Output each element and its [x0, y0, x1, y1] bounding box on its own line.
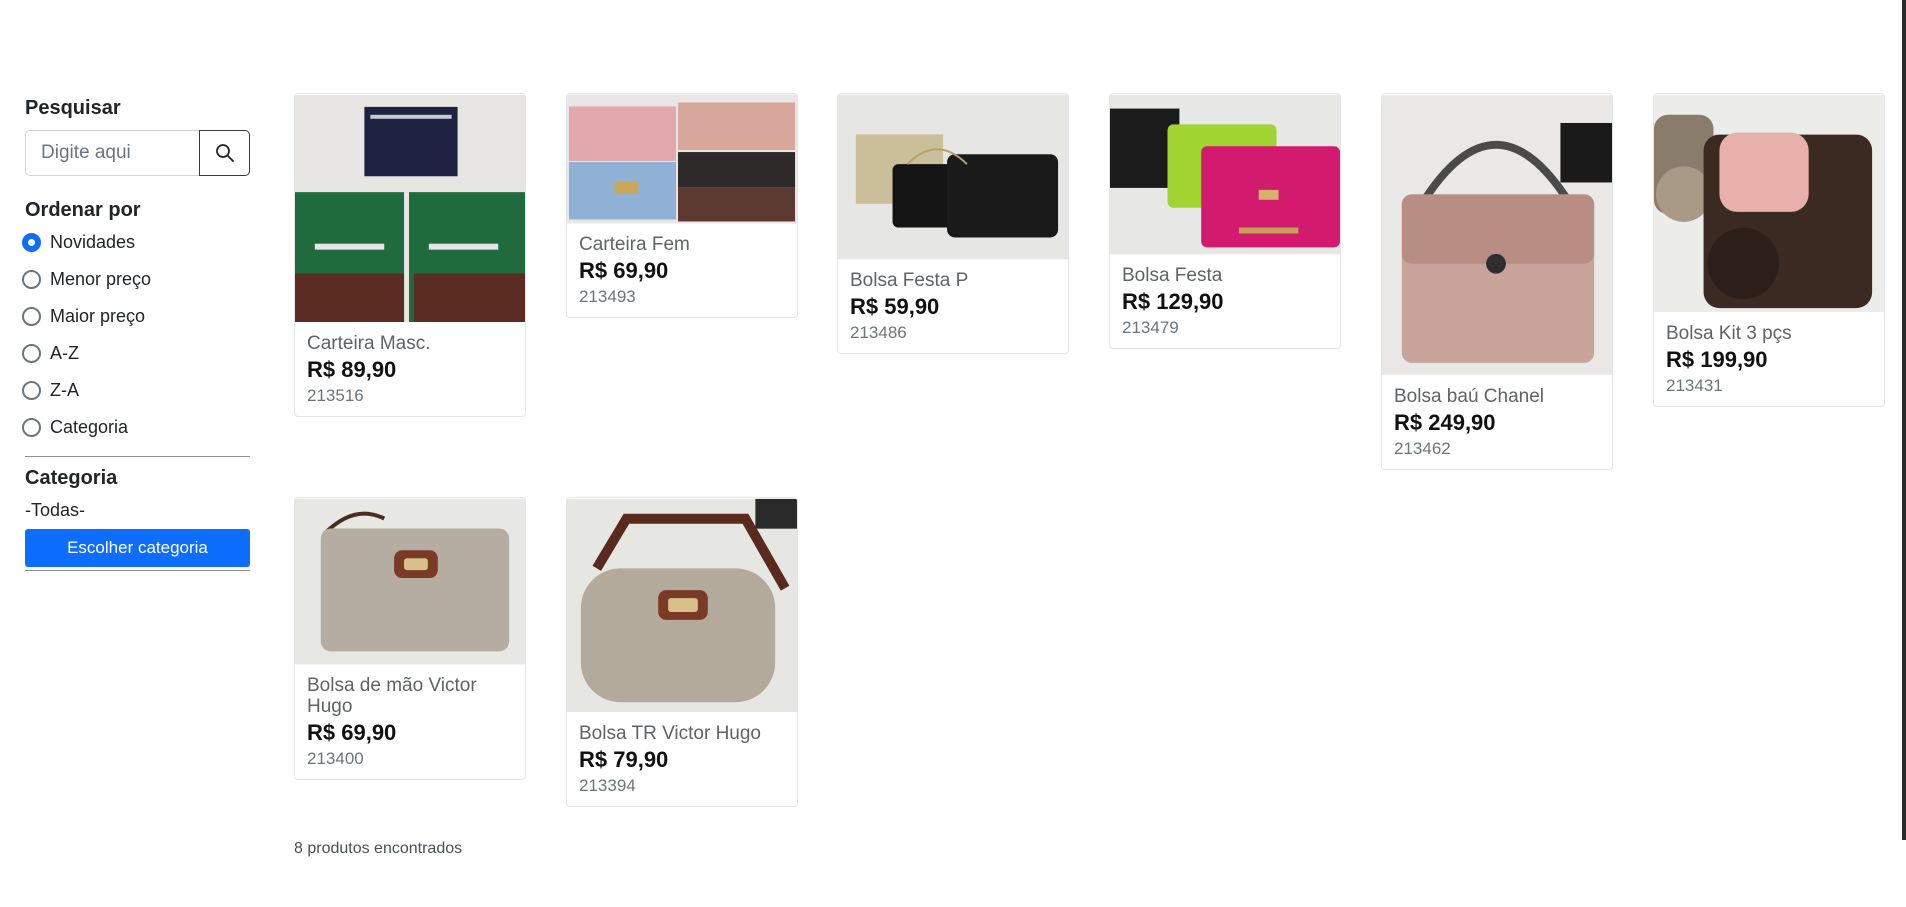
sort-option-novidades[interactable]: Novidades — [22, 224, 250, 261]
results-count: 8 produtos encontrados — [294, 840, 463, 857]
category-title: Categoria — [25, 467, 118, 489]
product-code: 213516 — [307, 386, 364, 405]
product-price: R$ 79,90 — [579, 747, 669, 772]
divider — [25, 456, 250, 457]
product-name[interactable]: Bolsa de mão Victor Hugo — [307, 675, 513, 717]
category-current: -Todas- — [25, 500, 86, 520]
scrollbar[interactable] — [1902, 0, 1906, 840]
sort-option-label: Maior preço — [50, 306, 146, 326]
search-input[interactable] — [25, 130, 199, 176]
radio-novidades[interactable] — [22, 233, 41, 252]
radio-menor-preco[interactable] — [22, 270, 41, 289]
product-price: R$ 249,90 — [1394, 410, 1496, 435]
product-price: R$ 69,90 — [579, 258, 669, 283]
sort-option-menor-preco[interactable]: Menor preço — [22, 261, 250, 298]
sort-option-a-z[interactable]: A-Z — [22, 335, 250, 372]
product-name[interactable]: Bolsa TR Victor Hugo — [579, 723, 785, 744]
choose-category-button[interactable]: Escolher categoria — [25, 529, 250, 567]
filter-sidebar: Pesquisar Ordenar por Novidades Menor pr… — [22, 96, 250, 571]
product-code: 213400 — [307, 749, 364, 768]
sort-option-z-a[interactable]: Z-A — [22, 372, 250, 409]
product-code: 213479 — [1122, 318, 1179, 337]
product-image[interactable] — [1382, 94, 1612, 376]
search-icon — [215, 144, 234, 162]
product-image[interactable] — [295, 94, 525, 323]
divider — [25, 570, 250, 571]
product-image[interactable] — [567, 94, 797, 224]
sort-options: Novidades Menor preço Maior preço A-Z Z-… — [22, 224, 250, 446]
search-button[interactable] — [199, 130, 250, 176]
product-card[interactable]: Bolsa de mão Victor Hugo R$ 69,90 213400 — [294, 497, 526, 780]
product-price: R$ 89,90 — [307, 357, 397, 382]
sort-option-label: Z-A — [50, 380, 79, 400]
product-name[interactable]: Bolsa Kit 3 pçs — [1666, 323, 1872, 344]
product-card[interactable]: Bolsa baú Chanel R$ 249,90 213462 — [1381, 93, 1613, 470]
product-name[interactable]: Carteira Masc. — [307, 333, 513, 354]
product-name[interactable]: Bolsa Festa — [1122, 265, 1328, 286]
product-name[interactable]: Bolsa baú Chanel — [1394, 386, 1600, 407]
product-code: 213493 — [579, 287, 636, 306]
search-group — [25, 130, 250, 176]
product-image[interactable] — [567, 498, 797, 713]
product-price: R$ 199,90 — [1666, 347, 1768, 372]
radio-z-a[interactable] — [22, 381, 41, 400]
product-code: 213462 — [1394, 439, 1451, 458]
product-price: R$ 59,90 — [850, 294, 940, 319]
sort-option-label: Novidades — [50, 232, 136, 252]
product-card[interactable]: Bolsa TR Victor Hugo R$ 79,90 213394 — [566, 497, 798, 807]
sort-option-label: A-Z — [50, 343, 79, 363]
product-price: R$ 129,90 — [1122, 289, 1224, 314]
product-image[interactable] — [1110, 94, 1340, 255]
product-code: 213431 — [1666, 376, 1723, 395]
product-card[interactable]: Carteira Masc. R$ 89,90 213516 — [294, 93, 526, 417]
radio-maior-preco[interactable] — [22, 307, 41, 326]
product-name[interactable]: Carteira Fem — [579, 234, 785, 255]
sort-option-categoria[interactable]: Categoria — [22, 409, 250, 446]
product-card[interactable]: Bolsa Festa P R$ 59,90 213486 — [837, 93, 1069, 354]
product-image[interactable] — [295, 498, 525, 665]
product-card[interactable]: Carteira Fem R$ 69,90 213493 — [566, 93, 798, 318]
radio-a-z[interactable] — [22, 344, 41, 363]
product-card[interactable]: Bolsa Festa R$ 129,90 213479 — [1109, 93, 1341, 349]
product-price: R$ 69,90 — [307, 720, 397, 745]
product-code: 213486 — [850, 323, 907, 342]
search-title: Pesquisar — [25, 97, 121, 119]
product-code: 213394 — [579, 776, 636, 795]
sort-option-label: Categoria — [50, 417, 129, 437]
sort-title: Ordenar por — [25, 199, 141, 221]
product-image[interactable] — [1654, 94, 1884, 313]
product-image[interactable] — [838, 94, 1068, 260]
product-name[interactable]: Bolsa Festa P — [850, 270, 1056, 291]
product-card[interactable]: Bolsa Kit 3 pçs R$ 199,90 213431 — [1653, 93, 1885, 407]
sort-option-maior-preco[interactable]: Maior preço — [22, 298, 250, 335]
sort-option-label: Menor preço — [50, 269, 152, 289]
radio-categoria[interactable] — [22, 418, 41, 437]
